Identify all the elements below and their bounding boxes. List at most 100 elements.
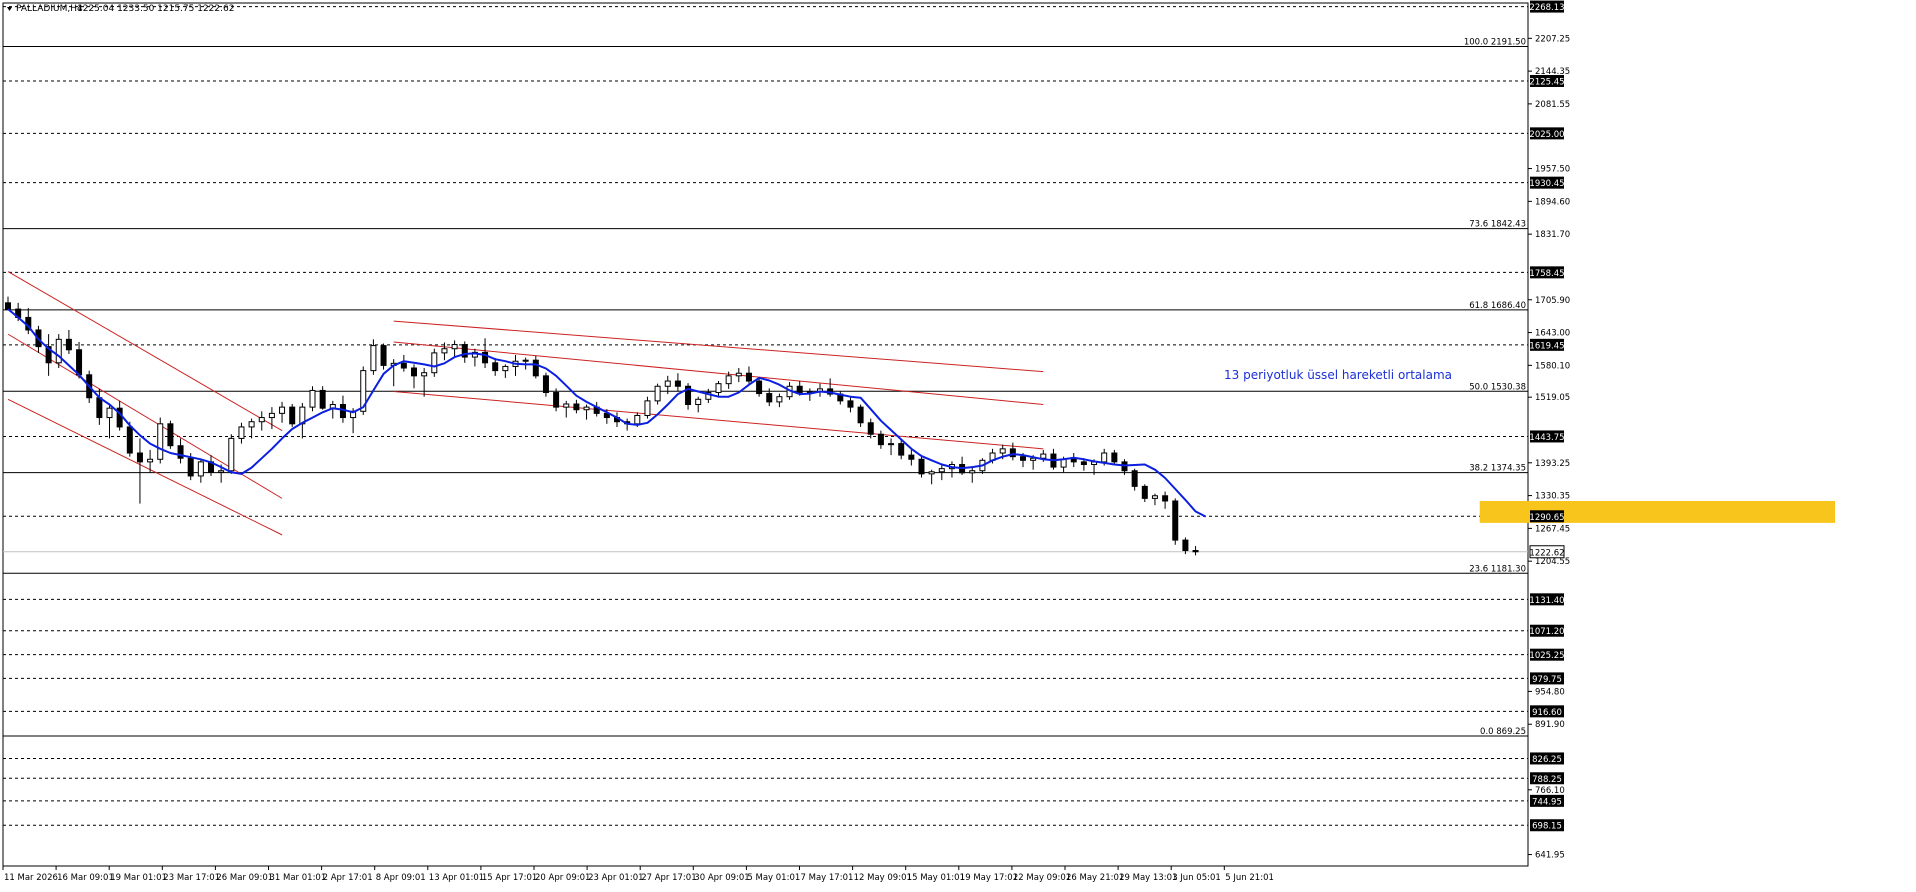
x-tick-label: 23 Mar 17:01 — [163, 873, 220, 883]
y-tick-label: 2144.35 — [1535, 67, 1570, 77]
candle-body — [289, 406, 296, 425]
candle-body — [76, 349, 83, 376]
candle-body — [55, 338, 62, 364]
candle-body — [248, 421, 255, 428]
y-tick-label: 1393.25 — [1535, 459, 1570, 469]
candle-body — [1101, 452, 1108, 463]
y-tick-label: 1519.05 — [1535, 393, 1570, 403]
x-tick-label: 22 May 09:01 — [1013, 873, 1071, 883]
candle-body — [766, 393, 773, 403]
candle-body — [238, 426, 245, 439]
level-box-label: 788.25 — [1532, 775, 1562, 785]
x-tick-label: 5 Jun 21:01 — [1225, 873, 1274, 883]
candle-body — [1182, 539, 1189, 552]
level-box-label: 2025.00 — [1529, 130, 1564, 140]
candle-body — [1040, 453, 1047, 459]
y-tick-label: 1204.55 — [1535, 557, 1570, 567]
level-box-label: 1290.65 — [1529, 513, 1564, 523]
x-tick-label: 15 Apr 17:01 — [482, 873, 537, 883]
candle-body — [309, 389, 316, 408]
candle-body — [898, 443, 905, 456]
candle-body — [918, 458, 925, 475]
y-tick-label: 766.10 — [1535, 786, 1565, 796]
candle-body — [157, 423, 164, 460]
candle-body — [451, 344, 458, 350]
symbol-label: PALLADIUM,H4 — [16, 4, 83, 14]
candle-body — [725, 375, 732, 385]
candle-body — [776, 396, 783, 403]
level-box-label: 916.60 — [1532, 708, 1562, 718]
candle-body — [999, 448, 1006, 454]
x-tick-label: 26 Mar 09:01 — [216, 873, 273, 883]
fibonacci-level-label: 100.0 2191.50 — [1464, 38, 1526, 48]
candle-body — [492, 362, 499, 372]
y-tick-label: 1831.70 — [1535, 230, 1570, 240]
candle-body — [411, 367, 417, 377]
candle-body — [908, 454, 915, 460]
symbol-marker-icon — [7, 7, 12, 11]
level-box-label: 826.25 — [1532, 755, 1562, 765]
x-tick-label: 19 May 17:01 — [960, 873, 1018, 883]
candle-body — [502, 365, 509, 372]
level-box-label: 1443.75 — [1529, 433, 1564, 443]
candle-body — [1172, 500, 1179, 541]
y-tick-label: 641.95 — [1535, 851, 1565, 861]
y-tick-label: 1957.50 — [1535, 165, 1570, 175]
ema-line — [7, 308, 1207, 518]
x-tick-label: 31 Mar 01:01 — [270, 873, 327, 883]
candle-body — [938, 468, 945, 473]
fibonacci-level-label: 23.6 1181.30 — [1469, 564, 1526, 574]
x-tick-label: 5 May 01:01 — [747, 873, 800, 883]
x-tick-label: 11 Mar 2026 — [4, 873, 58, 883]
candle-body — [218, 470, 225, 473]
x-tick-label: 20 Apr 09:01 — [535, 873, 590, 883]
candle-body — [867, 422, 874, 435]
level-box-label: 1071.20 — [1529, 627, 1564, 637]
fibonacci-level-label: 73.6 1842.43 — [1469, 220, 1526, 230]
y-tick-label: 891.90 — [1535, 720, 1565, 730]
candle-body — [888, 443, 895, 446]
level-box-label: 2268.13 — [1529, 3, 1564, 13]
candle-body — [167, 423, 174, 447]
candle-body — [563, 403, 570, 408]
level-box-label: 1930.45 — [1529, 179, 1564, 189]
level-box-label: 698.15 — [1532, 822, 1562, 832]
y-tick-label: 1643.00 — [1535, 329, 1570, 339]
candle-body — [756, 380, 763, 395]
candle-body — [969, 470, 976, 474]
y-tick-label: 2081.55 — [1535, 100, 1570, 110]
candle-body — [1162, 495, 1169, 502]
level-box-label: 1758.45 — [1529, 269, 1564, 279]
level-box-label: 979.75 — [1532, 675, 1562, 685]
candle-body — [583, 406, 590, 411]
candle-body — [197, 461, 204, 477]
candle-body — [136, 452, 143, 463]
candle-body — [634, 414, 641, 425]
candle-body — [147, 458, 154, 463]
candle-body — [573, 403, 580, 411]
candle-body — [228, 437, 235, 472]
level-box-label: 1619.45 — [1529, 341, 1564, 351]
candle-body — [65, 338, 72, 351]
price-chart: 100.0 2191.50 73.6 1842.43 61.8 1686.40 50.… — [2, 0, 1835, 883]
candle-body — [715, 383, 722, 394]
candle-body — [796, 385, 803, 394]
x-tick-label: 12 May 09:01 — [854, 873, 912, 883]
candle-body — [319, 389, 326, 409]
candle-body — [1070, 458, 1077, 463]
candle-body — [928, 471, 935, 475]
candle-body — [857, 406, 864, 424]
candle-body — [1131, 470, 1138, 487]
level-box-label: 1131.40 — [1529, 596, 1564, 606]
chart-area: 100.0 2191.50 73.6 1842.43 61.8 1686.40 50.… — [0, 0, 1916, 888]
x-tick-label: 30 Apr 09:01 — [694, 873, 749, 883]
candle-body — [187, 457, 194, 477]
ema-annotation: 13 periyotluk üssel hareketli ortalama — [1224, 368, 1452, 382]
y-tick-label: 954.80 — [1535, 687, 1565, 697]
x-tick-label: 7 May 17:01 — [801, 873, 854, 883]
candle-body — [674, 380, 681, 387]
ohlc-readout: 1225.04 1233.50 1215.75 1222.62 — [77, 4, 234, 14]
candle-body — [1111, 452, 1118, 463]
level-box-label: 744.95 — [1532, 797, 1562, 807]
x-tick-label: 23 Apr 01:01 — [588, 873, 643, 883]
